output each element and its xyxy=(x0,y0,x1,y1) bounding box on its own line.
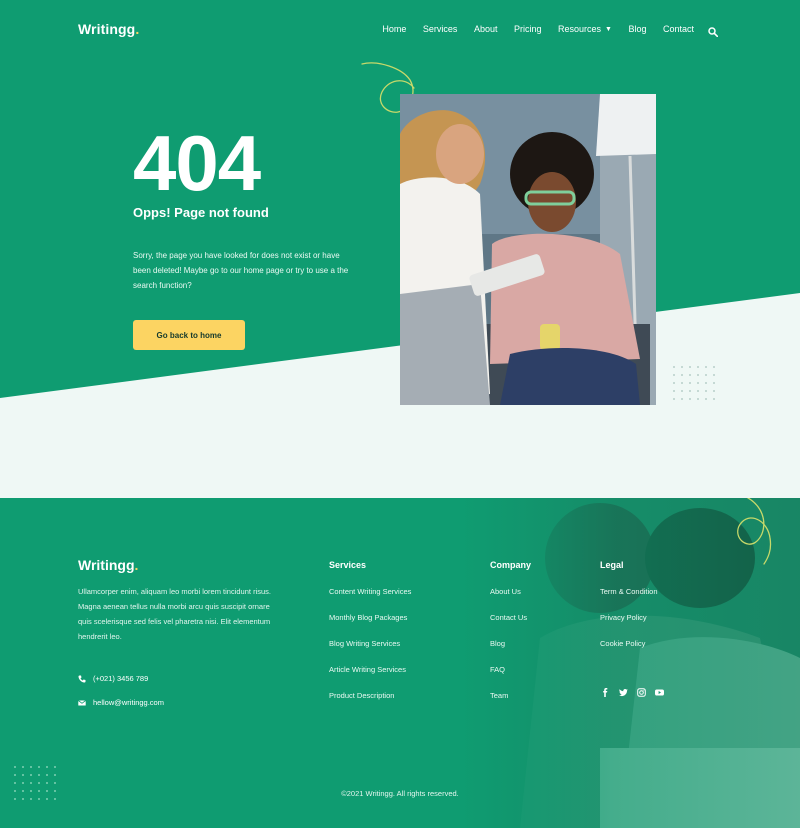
footer-email[interactable]: hellow@writingg.com xyxy=(78,698,164,707)
twitter-icon[interactable] xyxy=(619,684,628,697)
facebook-icon[interactable] xyxy=(601,684,610,697)
footer-link[interactable]: Privacy Policy xyxy=(600,613,658,639)
nav-pricing[interactable]: Pricing xyxy=(514,24,542,34)
instagram-icon[interactable] xyxy=(637,684,646,697)
nav-about[interactable]: About xyxy=(474,24,498,34)
copyright-text: ©2021 Writingg. All rights reserved. xyxy=(341,789,459,798)
nav-contact[interactable]: Contact xyxy=(663,24,694,34)
footer-link[interactable]: Monthly Blog Packages xyxy=(329,613,411,639)
footer-link[interactable]: Blog Writing Services xyxy=(329,639,411,665)
chevron-down-icon: ▼ xyxy=(605,25,612,33)
footer-link[interactable]: Contact Us xyxy=(490,613,531,639)
footer-company-column: Company About Us Contact Us Blog FAQ Tea… xyxy=(490,560,531,717)
footer-link[interactable]: Article Writing Services xyxy=(329,665,411,691)
footer-company-title: Company xyxy=(490,560,532,570)
nav-blog[interactable]: Blog xyxy=(628,24,646,34)
hero-photo xyxy=(400,94,656,405)
decorative-squiggle xyxy=(737,498,772,565)
decorative-dots xyxy=(673,366,715,400)
footer-link[interactable]: Blog xyxy=(490,639,531,665)
decorative-dots xyxy=(14,766,56,800)
footer-description: Ullamcorper enim, aliquam leo morbi lore… xyxy=(78,587,271,641)
footer-link[interactable]: Term & Condition xyxy=(600,587,658,613)
footer-link[interactable]: About Us xyxy=(490,587,531,613)
footer-legal-title: Legal xyxy=(600,560,624,570)
footer-link[interactable]: Product Description xyxy=(329,691,411,717)
brand-logo[interactable]: Writingg. xyxy=(78,21,139,37)
go-home-button[interactable]: Go back to home xyxy=(133,320,245,350)
social-links xyxy=(601,684,664,697)
youtube-icon[interactable] xyxy=(655,684,664,696)
footer-services-column: Services Content Writing Services Monthl… xyxy=(329,560,411,717)
search-icon[interactable] xyxy=(708,24,719,38)
site-footer: Writingg. Ullamcorper enim, aliquam leo … xyxy=(0,498,800,828)
nav-services[interactable]: Services xyxy=(423,24,458,34)
nav-menu: Home Services About Pricing Resources ▼ B… xyxy=(366,24,719,38)
footer-link[interactable]: FAQ xyxy=(490,665,531,691)
footer-link[interactable]: Content Writing Services xyxy=(329,587,411,613)
nav-home[interactable]: Home xyxy=(382,24,406,34)
footer-services-title: Services xyxy=(329,560,367,570)
footer-link[interactable]: Team xyxy=(490,691,531,717)
nav-resources[interactable]: Resources ▼ xyxy=(558,24,612,34)
footer-brand-logo[interactable]: Writingg. xyxy=(78,557,138,573)
email-icon xyxy=(78,699,86,707)
error-description: Sorry, the page you have looked for does… xyxy=(133,251,349,290)
top-navigation: Writingg. Home Services About Pricing Re… xyxy=(0,0,800,58)
footer-phone[interactable]: (+021) 3456 789 xyxy=(78,674,148,683)
footer-legal-column: Legal Term & Condition Privacy Policy Co… xyxy=(600,560,658,665)
nav-resources-label: Resources xyxy=(557,24,602,34)
error-code: 404 xyxy=(133,119,261,207)
phone-icon xyxy=(78,675,86,683)
hero-section: Writingg. Home Services About Pricing Re… xyxy=(0,0,800,498)
error-title: Opps! Page not found xyxy=(133,205,269,220)
footer-phone-text: (+021) 3456 789 xyxy=(93,674,149,683)
footer-link[interactable]: Cookie Policy xyxy=(600,639,658,665)
footer-email-text: hellow@writingg.com xyxy=(93,698,164,707)
